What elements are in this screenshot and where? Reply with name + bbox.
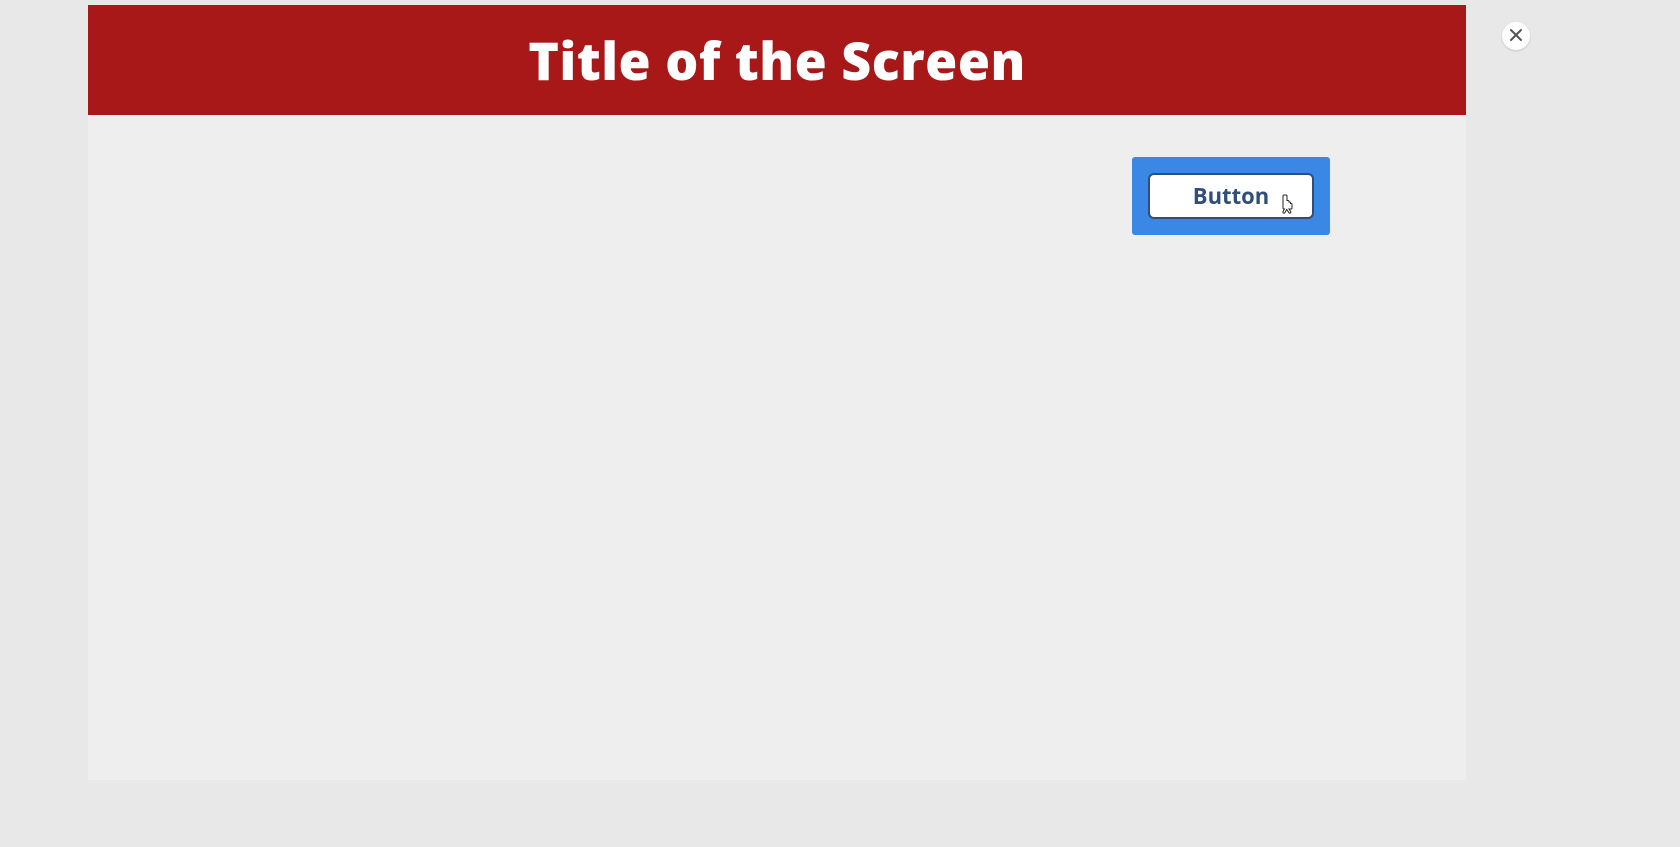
action-button-label: Button bbox=[1193, 181, 1269, 211]
close-button[interactable] bbox=[1502, 22, 1530, 50]
close-icon bbox=[1509, 25, 1523, 47]
action-button[interactable]: Button bbox=[1148, 173, 1314, 219]
screen-header: Title of the Screen bbox=[88, 5, 1466, 115]
button-highlight: Button bbox=[1132, 157, 1330, 235]
screen-body: Button bbox=[88, 115, 1466, 780]
pointer-cursor-icon bbox=[1278, 193, 1296, 217]
screen-title: Title of the Screen bbox=[528, 25, 1026, 96]
screen-panel: Title of the Screen Button bbox=[88, 5, 1466, 780]
